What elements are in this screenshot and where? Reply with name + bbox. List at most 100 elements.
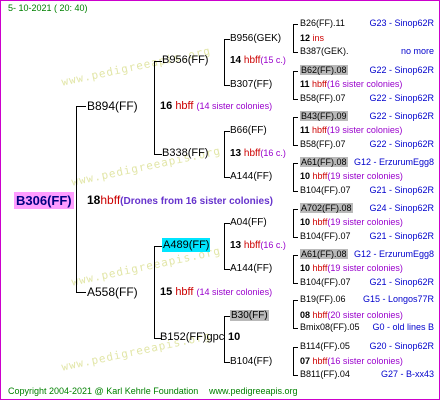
ancestor-location: G20 - Sinop62R	[369, 341, 434, 351]
ancestor-id: B114(FF).05	[300, 341, 350, 351]
gen-number: 10	[228, 331, 241, 343]
bee-type: hbff	[312, 171, 328, 181]
ancestor-location: G24 - Sinop62R	[369, 203, 434, 213]
footer-copyright: Copyright 2004-2021 @ Karl Kehrle Founda…	[8, 386, 199, 396]
footer-site: www.pedigreeapis.org	[209, 386, 298, 396]
queen-b894[interactable]: B894(FF)	[87, 100, 138, 112]
connector	[293, 24, 294, 52]
queen-b956gek[interactable]: B956(GEK)	[230, 34, 281, 44]
root-type: hbff	[100, 193, 121, 207]
sister-note: (16 sister colonies)	[327, 356, 403, 366]
queen-b338[interactable]: B338(FF)	[162, 148, 208, 159]
connector	[293, 163, 294, 191]
gen-number: 07	[300, 356, 311, 366]
connector	[293, 347, 298, 348]
ancestor-row[interactable]: A61(FF).08	[300, 157, 348, 167]
bee-type: hbff	[243, 240, 261, 251]
ancestor-row[interactable]: B114(FF).05	[300, 342, 350, 351]
connector	[154, 246, 155, 338]
queen-b104[interactable]: B104(FF)	[230, 357, 272, 367]
ancestor-row[interactable]: A61(FF).08	[300, 249, 348, 259]
gen-number: 10	[300, 217, 311, 227]
gen-number: 13	[230, 148, 242, 159]
connector	[293, 237, 298, 238]
bee-type: hbff	[243, 55, 261, 66]
ancestor-id: B62(FF).08	[300, 65, 348, 75]
connector	[293, 117, 298, 118]
queen-a144-b[interactable]: A144(FF)	[230, 264, 272, 274]
ancestor-id: B811(FF).04	[300, 369, 350, 379]
queen-b152[interactable]: B152(FF)gpc	[160, 332, 224, 343]
queen-b66[interactable]: B66(FF)	[230, 126, 267, 136]
ancestor-row[interactable]: B43(FF).09	[300, 111, 348, 121]
ancestor-id: B104(FF).07	[300, 185, 351, 195]
queen-b307[interactable]: B307(FF)	[230, 80, 272, 90]
gen-number: 10	[300, 171, 311, 181]
connector	[293, 255, 298, 256]
root-info: 18hbff(Drones from 16 sister colonies)	[87, 194, 273, 207]
connector	[293, 24, 298, 25]
connector	[154, 154, 162, 155]
ancestor-location: G22 - Sinop62R	[369, 111, 434, 121]
queen-a144[interactable]: A144(FF)	[230, 172, 272, 182]
ancestor-id: A61(FF).08	[300, 157, 348, 167]
queen-a558[interactable]: A558(FF)	[87, 286, 138, 298]
sister-note: (14 sister colonies)	[196, 287, 273, 297]
ancestor-row[interactable]: Bmix08(FF).05	[300, 323, 360, 332]
ancestor-row[interactable]: B58(FF).07	[300, 94, 346, 103]
ancestor-row[interactable]: B104(FF).07	[300, 232, 351, 241]
connector	[76, 106, 77, 292]
ancestor-location: G22 - Sinop62R	[369, 65, 434, 75]
ancestor-row[interactable]: B104(FF).07	[300, 278, 351, 287]
connector	[293, 328, 298, 329]
queen-a489-info: 13 hbff(16 c.)	[230, 241, 286, 251]
connector	[293, 209, 298, 210]
ancestor-row[interactable]: B26(FF).11	[300, 19, 345, 28]
connector	[293, 347, 294, 375]
ancestor-row[interactable]: B387(GEK).	[300, 47, 349, 56]
queen-b30-id: B30(FF)	[230, 310, 269, 321]
sister-note: (16 c.)	[260, 240, 286, 250]
queen-b894-info: 16 hbff (14 sister colonies)	[160, 101, 272, 112]
gen-number: 15	[160, 286, 173, 298]
ancestor-id: B26(FF).11	[300, 18, 345, 28]
bee-type: ins	[312, 33, 325, 43]
ancestor-row[interactable]: B62(FF).08	[300, 65, 348, 75]
gen-number: 08	[300, 310, 311, 320]
connector	[76, 106, 86, 107]
ancestor-row[interactable]: B58(FF).07	[300, 140, 346, 149]
queen-a489[interactable]: A489(FF)	[162, 238, 211, 252]
ancestor-row[interactable]: B104(FF).07	[300, 186, 351, 195]
connector	[293, 300, 294, 328]
gen-number: 10	[300, 263, 311, 273]
sister-note: (14 sister colonies)	[196, 101, 273, 111]
queen-b152-info: 10	[228, 332, 240, 343]
queen-b30[interactable]: B30(FF)	[230, 310, 269, 321]
queen-a144-b-info: 10 hbff(19 sister colonies)	[300, 264, 403, 273]
queen-a558-info: 15 hbff (14 sister colonies)	[160, 287, 272, 298]
connector	[293, 209, 294, 237]
ancestor-row[interactable]: B811(FF).04	[300, 370, 350, 379]
gen-number: 11	[300, 79, 310, 89]
ancestor-location: G12 - ErzurumEgg8	[353, 157, 434, 167]
queen-a489-id: A489(FF)	[162, 238, 211, 252]
ancestor-id: A61(FF).08	[300, 249, 348, 259]
queen-b956[interactable]: B956(FF)	[162, 55, 208, 66]
ancestor-id: A702(FF).08	[300, 203, 353, 213]
connector	[293, 71, 294, 99]
ancestor-row[interactable]: A702(FF).08	[300, 203, 353, 213]
connector	[293, 300, 298, 301]
ancestor-location: G22 - Sinop62R	[369, 93, 434, 103]
connector	[154, 61, 162, 62]
queen-a04-info: 10 hbff(19 sister colonies)	[300, 218, 403, 227]
connector	[293, 191, 298, 192]
root-queen-id: B306(FF)	[14, 192, 74, 209]
connector	[154, 61, 155, 154]
queen-a04[interactable]: A04(FF)	[230, 218, 267, 228]
ancestor-location: no more	[400, 46, 434, 56]
ancestor-row[interactable]: B19(FF).06	[300, 295, 346, 304]
root-note: (Drones from 16 sister colonies)	[120, 196, 273, 207]
sister-note: (15 c.)	[260, 55, 286, 65]
sister-note: (19 sister colonies)	[327, 217, 403, 227]
root-queen[interactable]: B306(FF)	[14, 192, 74, 209]
